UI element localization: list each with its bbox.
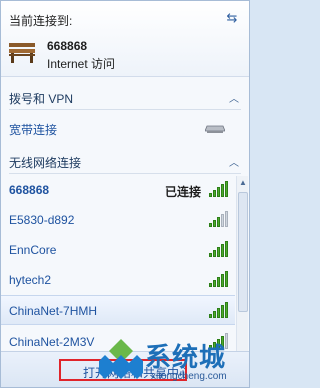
dialup-item-name: 宽带连接 (9, 123, 58, 137)
section-wireless[interactable]: 无线网络连接 ︿ (1, 149, 249, 173)
wireless-item-name: E5830-d892 (9, 213, 75, 227)
divider (9, 109, 241, 110)
windows-logo-icon (99, 339, 143, 379)
wireless-item[interactable]: hytech2 (1, 265, 235, 295)
scrollbar-thumb[interactable] (238, 192, 248, 312)
wireless-item-name: EnnCore (9, 243, 57, 257)
dialup-item[interactable]: 宽带连接 (1, 113, 235, 143)
drive-icon (205, 125, 225, 133)
current-connection-title: 当前连接到: (9, 14, 73, 28)
signal-strength-icon (209, 271, 228, 287)
current-connection-header: 当前连接到: ⇆ 668868 Internet 访问 (1, 1, 249, 77)
watermark-url: xitongcheng.com (151, 371, 227, 382)
wireless-item[interactable]: 668868 已连接 (1, 175, 235, 205)
refresh-icon[interactable]: ⇆ (223, 9, 241, 27)
network-flyout: 当前连接到: ⇆ 668868 Internet 访问 拨号和 VPN ︿ 宽带… (0, 0, 250, 388)
divider (9, 173, 241, 174)
signal-strength-icon (209, 302, 228, 318)
signal-strength-icon (209, 211, 228, 227)
wireless-item-name: ChinaNet-2M3V (9, 335, 95, 349)
bench-icon (9, 43, 35, 63)
current-network-access: Internet 访问 (47, 57, 116, 71)
wireless-item[interactable]: EnnCore (1, 235, 235, 265)
wireless-item[interactable]: E5830-d892 (1, 205, 235, 235)
signal-strength-icon (209, 181, 228, 197)
signal-strength-icon (209, 241, 228, 257)
wireless-item-name: hytech2 (9, 273, 52, 287)
chevron-up-icon[interactable]: ︿ (229, 154, 239, 169)
scroll-up-icon[interactable]: ▲ (238, 178, 248, 190)
chevron-up-icon[interactable]: ︿ (229, 90, 239, 105)
watermark-logo: 系统城 xitongcheng.com (99, 333, 249, 388)
wireless-item-status: 已连接 (164, 185, 201, 199)
wireless-item-name: ChinaNet-7HMH (9, 304, 98, 318)
wireless-item-name: 668868 (9, 183, 50, 197)
watermark-text: 系统城 (145, 342, 227, 372)
wireless-item[interactable]: ChinaNet-7HMH (1, 295, 235, 325)
section-wireless-label: 无线网络连接 (9, 156, 82, 170)
section-dialup[interactable]: 拨号和 VPN ︿ (1, 85, 249, 109)
current-network-name: 668868 (47, 39, 88, 53)
section-dialup-label: 拨号和 VPN (9, 92, 74, 106)
